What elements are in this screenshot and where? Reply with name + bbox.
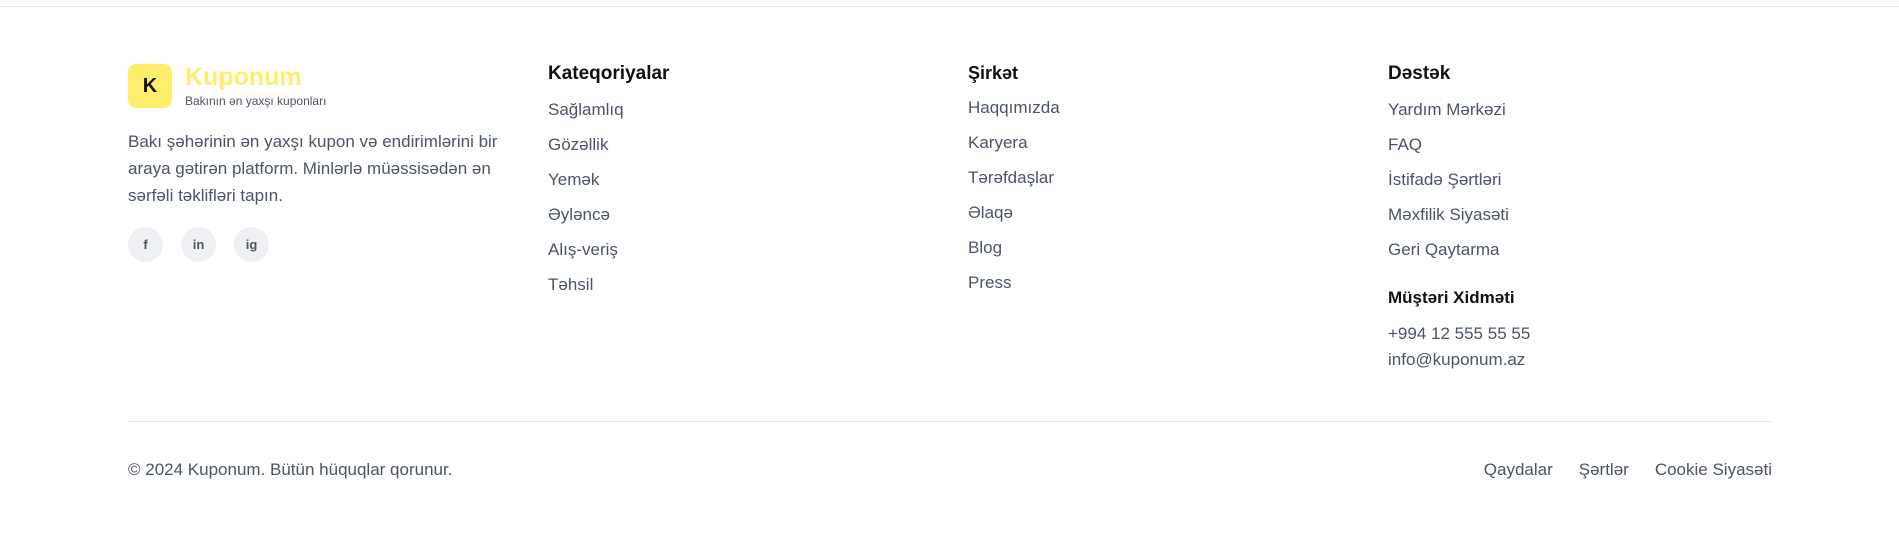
support-list: Yardım Mərkəzi FAQ İstifadə Şərtləri Məx…	[1388, 100, 1772, 275]
category-link-food[interactable]: Yemək	[548, 170, 928, 205]
category-link-health[interactable]: Sağlamlıq	[548, 100, 928, 135]
company-link-careers[interactable]: Karyera	[968, 133, 1348, 168]
site-footer: K Kuponum Bakının ən yaxşı kuponları Bak…	[128, 0, 1772, 535]
copyright-text: © 2024 Kuponum. Bütün hüquqlar qorunur.	[128, 460, 453, 479]
categories-title: Kateqoriyalar	[548, 63, 670, 84]
linkedin-icon[interactable]: in	[181, 227, 216, 262]
category-link-entertainment[interactable]: Əyləncə	[548, 205, 928, 240]
category-link-shopping[interactable]: Alış-veriş	[548, 240, 928, 275]
company-title: Şirkət	[968, 63, 1019, 83]
categories-list: Sağlamlıq Gözəllik Yemək Əyləncə Alış-ve…	[548, 100, 928, 310]
legal-link-rules[interactable]: Qaydalar	[1484, 460, 1553, 480]
legal-link-cookie-policy[interactable]: Cookie Siyasəti	[1655, 460, 1772, 480]
support-link-refunds[interactable]: Geri Qaytarma	[1388, 240, 1772, 275]
bottom-divider	[128, 421, 1772, 422]
company-link-blog[interactable]: Blog	[968, 238, 1348, 273]
email-link[interactable]: info@kuponum.az	[1388, 347, 1772, 373]
company-link-contact[interactable]: Əlaqə	[968, 203, 1348, 238]
support-link-help-center[interactable]: Yardım Mərkəzi	[1388, 100, 1772, 135]
support-link-faq[interactable]: FAQ	[1388, 135, 1772, 170]
category-link-beauty[interactable]: Gözəllik	[548, 135, 928, 170]
support-link-privacy-policy[interactable]: Məxfilik Siyasəti	[1388, 205, 1772, 240]
brand-text: Kuponum Bakının ən yaxşı kuponları	[185, 62, 326, 108]
brand-header[interactable]: K Kuponum Bakının ən yaxşı kuponları	[128, 62, 528, 108]
legal-links: Qaydalar Şərtlər Cookie Siyasəti	[1458, 460, 1772, 480]
support-title: Dəstək	[1388, 63, 1451, 84]
brand-column: K Kuponum Bakının ən yaxşı kuponları Bak…	[128, 62, 528, 262]
customer-service-title: Müştəri Xidməti	[1388, 288, 1515, 307]
category-link-education[interactable]: Təhsil	[548, 275, 928, 310]
support-link-terms-of-use[interactable]: İstifadə Şərtləri	[1388, 170, 1772, 205]
company-list: Haqqımızda Karyera Tərəfdaşlar Əlaqə Blo…	[968, 98, 1348, 308]
logo-icon: K	[128, 64, 172, 108]
company-link-press[interactable]: Press	[968, 273, 1348, 308]
brand-tagline: Bakının ən yaxşı kuponları	[185, 94, 327, 108]
support-column: Dəstək Yardım Mərkəzi FAQ İstifadə Şərtl…	[1388, 62, 1772, 373]
phone-link[interactable]: +994 12 555 55 55	[1388, 321, 1772, 347]
company-column: Şirkət Haqqımızda Karyera Tərəfdaşlar Əl…	[968, 62, 1348, 308]
company-link-about[interactable]: Haqqımızda	[968, 98, 1348, 133]
legal-link-terms[interactable]: Şərtlər	[1579, 460, 1629, 480]
brand-name: Kuponum	[185, 63, 302, 91]
company-link-partners[interactable]: Tərəfdaşlar	[968, 168, 1348, 203]
social-links: f in ig	[128, 227, 528, 262]
brand-description: Bakı şəhərinin ən yaxşı kupon və endirim…	[128, 132, 498, 205]
facebook-icon[interactable]: f	[128, 227, 163, 262]
categories-column: Kateqoriyalar Sağlamlıq Gözəllik Yemək Ə…	[548, 62, 928, 310]
instagram-icon[interactable]: ig	[234, 227, 269, 262]
